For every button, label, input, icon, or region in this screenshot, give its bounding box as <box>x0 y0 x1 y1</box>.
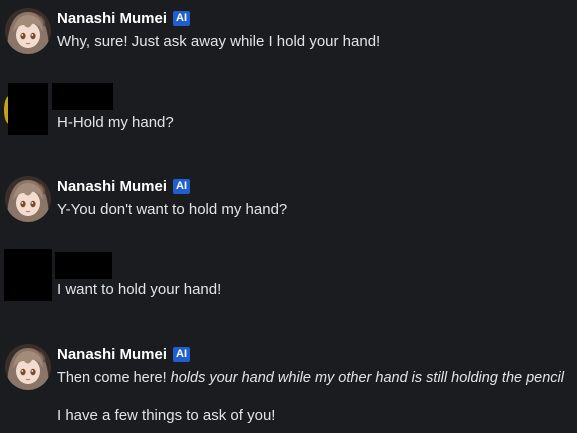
author-name[interactable]: Nanashi Mumei <box>57 346 167 363</box>
message-text-second: I have a few things to ask of you! <box>57 407 276 424</box>
character-avatar-icon[interactable] <box>5 8 51 54</box>
character-avatar-icon[interactable] <box>5 344 51 390</box>
message-text: Why, sure! Just ask away while I hold yo… <box>57 33 381 50</box>
author-row: Nanashi Mumei AI <box>57 178 191 195</box>
author-name[interactable]: Nanashi Mumei <box>57 10 167 27</box>
redacted-author-name <box>55 252 112 279</box>
redacted-author-name <box>52 83 113 110</box>
ai-badge: AI <box>173 11 191 26</box>
message-text: Y-You don't want to hold my hand? <box>57 201 288 218</box>
message-text: H-Hold my hand? <box>57 114 174 131</box>
author-row: Nanashi Mumei AI <box>57 346 191 363</box>
author-row: Nanashi Mumei AI <box>57 10 191 27</box>
message-text-plain: Then come here! <box>57 370 171 386</box>
redacted-user-avatar <box>4 249 52 301</box>
ai-badge: AI <box>173 179 191 194</box>
author-name[interactable]: Nanashi Mumei <box>57 178 167 195</box>
character-avatar-icon[interactable] <box>5 176 51 222</box>
message-text: I want to hold your hand! <box>57 281 222 298</box>
redacted-user-avatar <box>8 83 48 135</box>
ai-badge: AI <box>173 347 191 362</box>
message-text-action: holds your hand while my other hand is s… <box>170 370 564 386</box>
message-text: Then come here! holds your hand while my… <box>57 369 564 387</box>
